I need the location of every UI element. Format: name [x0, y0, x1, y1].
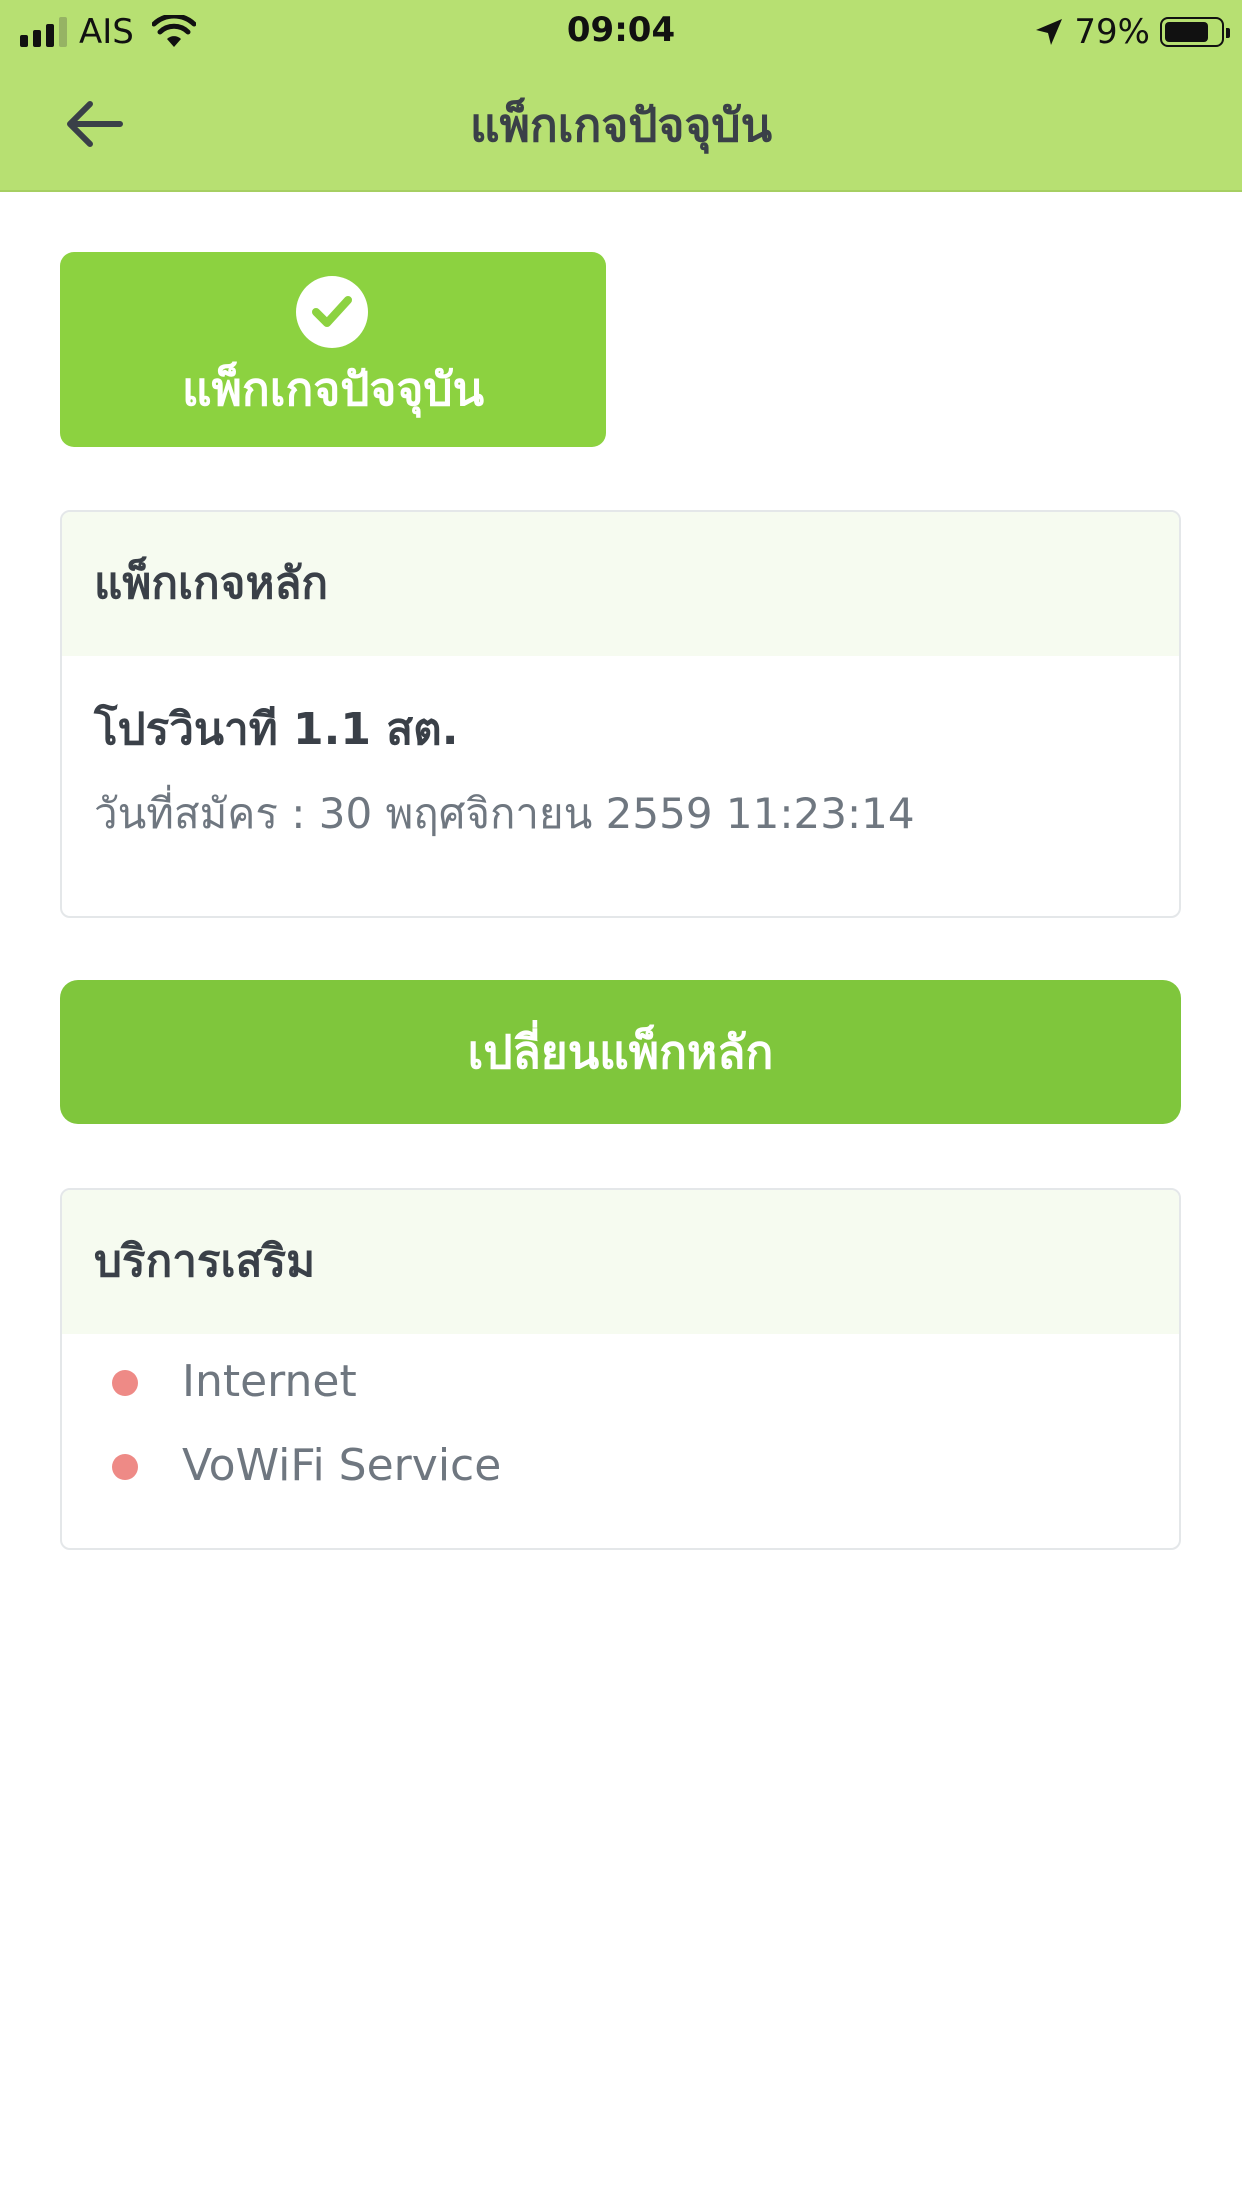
change-main-package-button[interactable]: เปลี่ยนแพ็กหลัก	[60, 980, 1181, 1124]
bullet-dot-icon	[112, 1454, 138, 1480]
extra-services-list: Internet VoWiFi Service	[62, 1340, 1179, 1508]
status-bar: AIS 09:04 79%	[0, 0, 1242, 62]
service-label: VoWiFi Service	[182, 1440, 502, 1491]
status-bar-right: 79%	[1034, 12, 1230, 52]
page-title: แพ็กเกจปัจจุบัน	[469, 98, 773, 152]
list-item: VoWiFi Service	[62, 1424, 1179, 1508]
battery-percent: 79%	[1074, 12, 1150, 52]
location-arrow-icon	[1036, 19, 1063, 45]
current-package-tile[interactable]: แพ็กเกจปัจจุบัน	[60, 252, 606, 447]
package-name: โปรวินาที 1.1 สต.	[94, 704, 459, 755]
nav-bar: แพ็กเกจปัจจุบัน	[0, 62, 1242, 192]
service-label: Internet	[182, 1356, 357, 1407]
list-item: Internet	[62, 1340, 1179, 1424]
main-package-card: แพ็กเกจหลัก โปรวินาที 1.1 สต. วันที่สมัค…	[60, 510, 1181, 918]
current-package-tile-label: แพ็กเกจปัจจุบัน	[181, 362, 485, 416]
check-circle-icon	[296, 276, 368, 348]
extra-services-card: บริการเสริม Internet VoWiFi Service	[60, 1188, 1181, 1550]
main-package-header: แพ็กเกจหลัก	[62, 512, 1179, 656]
subscription-date: วันที่สมัคร : 30 พฤศจิกายน 2559 11:23:14	[94, 789, 915, 838]
extra-services-header: บริการเสริม	[62, 1190, 1179, 1334]
bullet-dot-icon	[112, 1370, 138, 1396]
battery-level-fill	[1165, 22, 1208, 42]
battery-icon	[1160, 17, 1230, 47]
